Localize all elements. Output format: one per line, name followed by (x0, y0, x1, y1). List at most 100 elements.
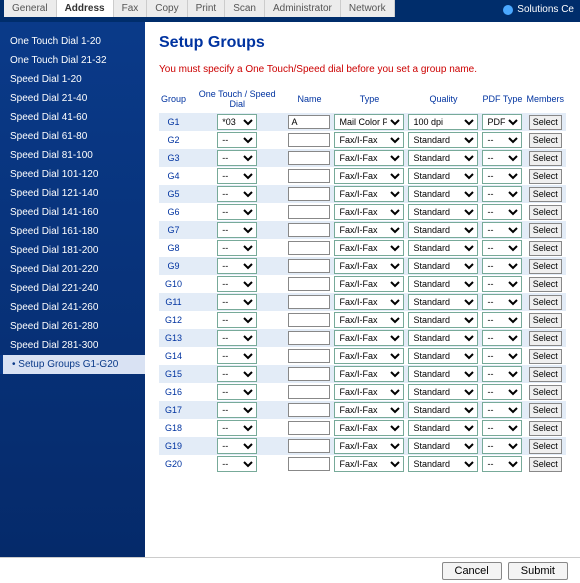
pdftype-select[interactable]: -- (482, 330, 522, 346)
dial-select[interactable]: -- (217, 240, 257, 256)
tab-general[interactable]: General (4, 0, 57, 17)
type-select[interactable]: Fax/I-Fax (334, 402, 404, 418)
tab-scan[interactable]: Scan (225, 0, 265, 17)
members-select-button[interactable]: Select (529, 169, 562, 184)
name-input[interactable] (288, 313, 330, 327)
pdftype-select[interactable]: -- (482, 132, 522, 148)
dial-select[interactable]: -- (217, 276, 257, 292)
type-select[interactable]: Fax/I-Fax (334, 384, 404, 400)
name-input[interactable] (288, 457, 330, 471)
quality-select[interactable]: 100 dpi (408, 114, 478, 130)
members-select-button[interactable]: Select (529, 151, 562, 166)
type-select[interactable]: Fax/I-Fax (334, 312, 404, 328)
pdftype-select[interactable]: -- (482, 276, 522, 292)
name-input[interactable] (288, 349, 330, 363)
quality-select[interactable]: Standard (408, 420, 478, 436)
sidebar-item[interactable]: Speed Dial 21-40 (6, 89, 145, 108)
quality-select[interactable]: Standard (408, 222, 478, 238)
quality-select[interactable]: Standard (408, 312, 478, 328)
quality-select[interactable]: Standard (408, 366, 478, 382)
dial-select[interactable]: -- (217, 168, 257, 184)
members-select-button[interactable]: Select (529, 421, 562, 436)
name-input[interactable] (288, 277, 330, 291)
members-select-button[interactable]: Select (529, 259, 562, 274)
sidebar-item[interactable]: Speed Dial 1-20 (6, 70, 145, 89)
sidebar-item[interactable]: Speed Dial 81-100 (6, 146, 145, 165)
quality-select[interactable]: Standard (408, 204, 478, 220)
members-select-button[interactable]: Select (529, 187, 562, 202)
quality-select[interactable]: Standard (408, 384, 478, 400)
type-select[interactable]: Fax/I-Fax (334, 294, 404, 310)
sidebar-item[interactable]: One Touch Dial 1-20 (6, 32, 145, 51)
name-input[interactable] (288, 133, 330, 147)
pdftype-select[interactable]: -- (482, 348, 522, 364)
sidebar-item[interactable]: Speed Dial 201-220 (6, 260, 145, 279)
type-select[interactable]: Fax/I-Fax (334, 150, 404, 166)
pdftype-select[interactable]: -- (482, 168, 522, 184)
quality-select[interactable]: Standard (408, 186, 478, 202)
dial-select[interactable]: -- (217, 258, 257, 274)
name-input[interactable] (288, 403, 330, 417)
tab-print[interactable]: Print (188, 0, 226, 17)
sidebar-item[interactable]: Speed Dial 61-80 (6, 127, 145, 146)
quality-select[interactable]: Standard (408, 330, 478, 346)
type-select[interactable]: Fax/I-Fax (334, 258, 404, 274)
type-select[interactable]: Fax/I-Fax (334, 420, 404, 436)
pdftype-select[interactable]: -- (482, 402, 522, 418)
sidebar-item[interactable]: Speed Dial 261-280 (6, 317, 145, 336)
quality-select[interactable]: Standard (408, 402, 478, 418)
sidebar-item[interactable]: One Touch Dial 21-32 (6, 51, 145, 70)
dial-select[interactable]: -- (217, 132, 257, 148)
members-select-button[interactable]: Select (529, 277, 562, 292)
dial-select[interactable]: -- (217, 222, 257, 238)
type-select[interactable]: Fax/I-Fax (334, 240, 404, 256)
sidebar-item[interactable]: Speed Dial 161-180 (6, 222, 145, 241)
dial-select[interactable]: -- (217, 402, 257, 418)
type-select[interactable]: Fax/I-Fax (334, 438, 404, 454)
name-input[interactable] (288, 295, 330, 309)
type-select[interactable]: Fax/I-Fax (334, 276, 404, 292)
pdftype-select[interactable]: -- (482, 294, 522, 310)
dial-select[interactable]: -- (217, 150, 257, 166)
type-select[interactable]: Fax/I-Fax (334, 222, 404, 238)
dial-select[interactable]: *03 (217, 114, 257, 130)
sidebar-item[interactable]: Speed Dial 221-240 (6, 279, 145, 298)
members-select-button[interactable]: Select (529, 331, 562, 346)
members-select-button[interactable]: Select (529, 295, 562, 310)
dial-select[interactable]: -- (217, 294, 257, 310)
name-input[interactable] (288, 223, 330, 237)
type-select[interactable]: Fax/I-Fax (334, 348, 404, 364)
quality-select[interactable]: Standard (408, 132, 478, 148)
tab-copy[interactable]: Copy (147, 0, 187, 17)
tab-address[interactable]: Address (57, 0, 114, 17)
pdftype-select[interactable]: -- (482, 456, 522, 472)
name-input[interactable] (288, 187, 330, 201)
name-input[interactable] (288, 151, 330, 165)
name-input[interactable] (288, 205, 330, 219)
name-input[interactable] (288, 115, 330, 129)
dial-select[interactable]: -- (217, 330, 257, 346)
members-select-button[interactable]: Select (529, 313, 562, 328)
members-select-button[interactable]: Select (529, 367, 562, 382)
pdftype-select[interactable]: -- (482, 204, 522, 220)
name-input[interactable] (288, 385, 330, 399)
sidebar-item[interactable]: Speed Dial 241-260 (6, 298, 145, 317)
members-select-button[interactable]: Select (529, 241, 562, 256)
name-input[interactable] (288, 259, 330, 273)
dial-select[interactable]: -- (217, 186, 257, 202)
type-select[interactable]: Mail Color PDF (334, 114, 404, 130)
sidebar-item[interactable]: Speed Dial 101-120 (6, 165, 145, 184)
members-select-button[interactable]: Select (529, 385, 562, 400)
name-input[interactable] (288, 367, 330, 381)
quality-select[interactable]: Standard (408, 276, 478, 292)
pdftype-select[interactable]: -- (482, 384, 522, 400)
quality-select[interactable]: Standard (408, 168, 478, 184)
tab-fax[interactable]: Fax (114, 0, 148, 17)
sidebar-item[interactable]: Speed Dial 181-200 (6, 241, 145, 260)
dial-select[interactable]: -- (217, 438, 257, 454)
dial-select[interactable]: -- (217, 420, 257, 436)
dial-select[interactable]: -- (217, 384, 257, 400)
pdftype-select[interactable]: -- (482, 222, 522, 238)
sidebar-item[interactable]: Speed Dial 281-300 (6, 336, 145, 355)
pdftype-select[interactable]: -- (482, 258, 522, 274)
